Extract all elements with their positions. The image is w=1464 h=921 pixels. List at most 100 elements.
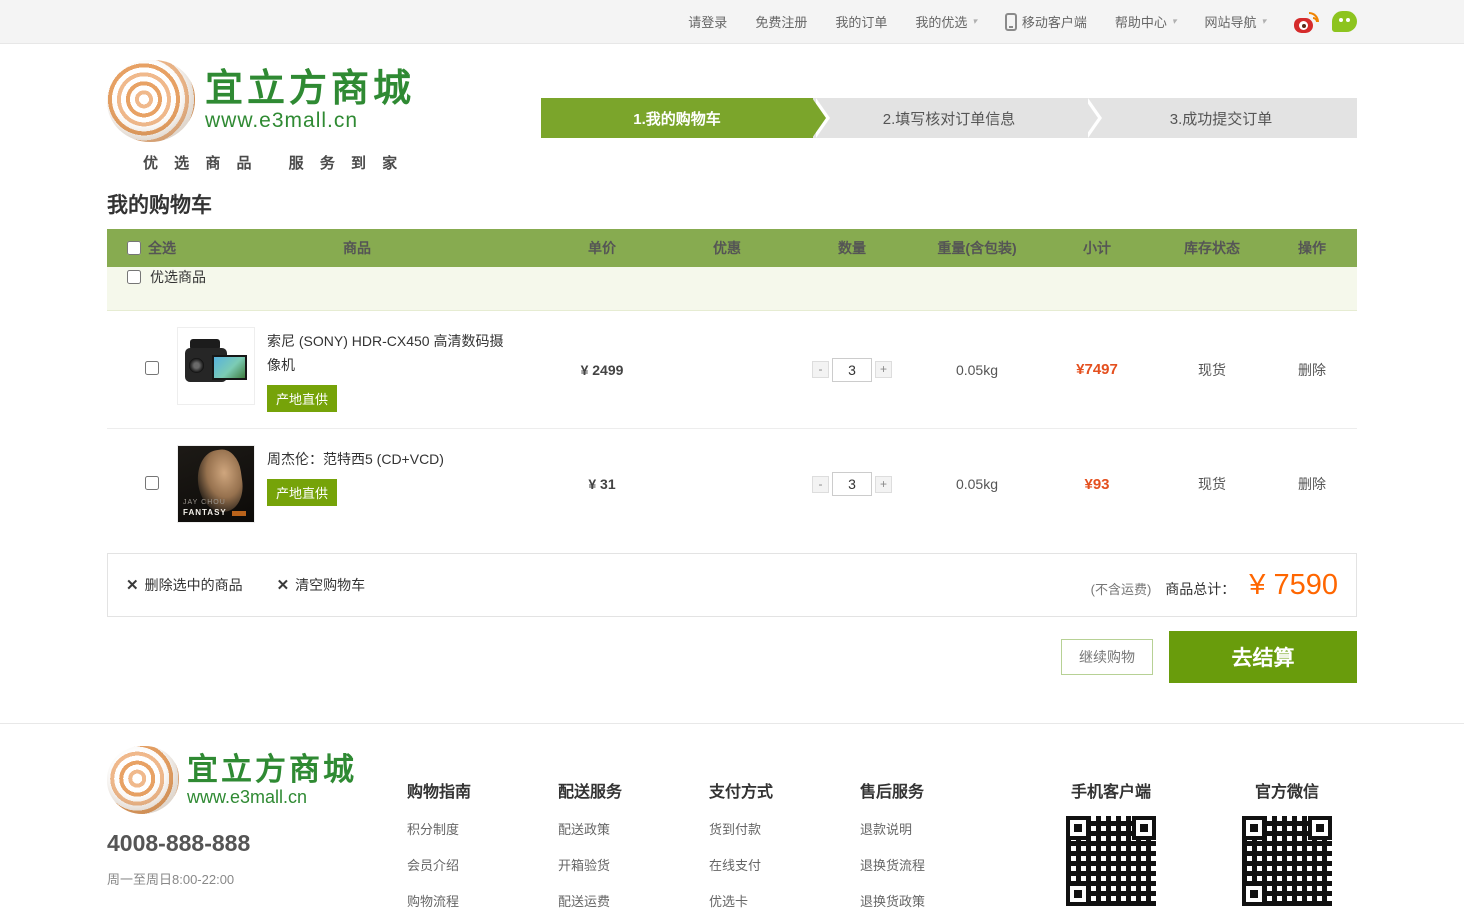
service-hours: 周一至周日8:00-22:00 bbox=[107, 869, 407, 888]
qty-increase-button[interactable]: + bbox=[875, 361, 892, 378]
cart-group-row: 优选商品 bbox=[107, 267, 1357, 311]
continue-shopping-button[interactable]: 继续购物 bbox=[1061, 639, 1153, 675]
footer-link-columns: 购物指南 积分制度 会员介绍 购物流程 常见问题 配送服务 配送政策 开箱验货 … bbox=[407, 746, 1011, 921]
product-image-album[interactable]: JAY CHOU FANTASY bbox=[177, 445, 255, 523]
clear-cart-button[interactable]: ✕ 清空购物车 bbox=[277, 575, 366, 595]
mobile-client-link[interactable]: 移动客户端 bbox=[1005, 12, 1087, 31]
main-content: 我的购物车 全选 商品 单价 优惠 数量 重量(含包装) 小计 库存状态 操作 … bbox=[107, 189, 1357, 683]
qty-increase-button[interactable]: + bbox=[875, 476, 892, 493]
shell-logo-image bbox=[107, 60, 195, 142]
site-header: 宜立方商城 www.e3mall.cn 优 选 商 品 服 务 到 家 1.我的… bbox=[0, 44, 1464, 173]
product-title[interactable]: 索尼 (SONY) HDR-CX450 高清数码摄像机 bbox=[267, 329, 517, 377]
chevron-down-icon: ▾ bbox=[1261, 16, 1266, 27]
step-confirm-order: 2.填写核对订单信息 bbox=[813, 98, 1085, 138]
item-weight: 0.05kg bbox=[917, 362, 1037, 378]
social-icons bbox=[1294, 11, 1357, 33]
footer-col-payment: 支付方式 货到付款 在线支付 优选卡 发票制度 bbox=[709, 746, 860, 921]
chevron-down-icon: ▾ bbox=[1172, 16, 1177, 27]
product-image-camcorder[interactable] bbox=[177, 327, 255, 405]
footer-link[interactable]: 配送政策 bbox=[558, 819, 709, 838]
footer-link[interactable]: 退款说明 bbox=[860, 819, 1011, 838]
header-weight: 重量(含包装) bbox=[917, 238, 1037, 258]
checkout-button[interactable]: 去结算 bbox=[1169, 631, 1357, 683]
footer-link[interactable]: 配送运费 bbox=[558, 891, 709, 910]
origin-direct-badge: 产地直供 bbox=[267, 479, 337, 506]
step-arrow bbox=[812, 98, 826, 138]
my-picks-menu[interactable]: 我的优选 ▾ bbox=[915, 12, 977, 31]
qr-mobile-app: 手机客户端 bbox=[1059, 746, 1163, 921]
step-submit-success: 3.成功提交订单 bbox=[1085, 98, 1357, 138]
logo-title: 宜立方商城 bbox=[205, 69, 415, 109]
delete-item-link[interactable]: 删除 bbox=[1298, 362, 1326, 378]
item-subtotal: ¥93 bbox=[1037, 476, 1157, 493]
step-cart: 1.我的购物车 bbox=[541, 98, 813, 138]
unit-price: ¥ 2499 bbox=[537, 362, 667, 378]
close-icon: ✕ bbox=[277, 576, 290, 594]
qty-decrease-button[interactable]: - bbox=[812, 361, 829, 378]
footer-link[interactable]: 积分制度 bbox=[407, 819, 558, 838]
item-checkbox[interactable] bbox=[145, 361, 159, 375]
topbar: 请登录 免费注册 我的订单 我的优选 ▾ 移动客户端 帮助中心 ▾ 网站导航 ▾ bbox=[0, 0, 1464, 44]
qty-input[interactable] bbox=[832, 358, 872, 382]
item-weight: 0.05kg bbox=[917, 476, 1037, 492]
header-quantity: 数量 bbox=[787, 238, 917, 258]
footer-link[interactable]: 退换货政策 bbox=[860, 891, 1011, 910]
delete-item-link[interactable]: 删除 bbox=[1298, 476, 1326, 492]
total-value: ¥ 7590 bbox=[1249, 569, 1338, 602]
qty-input[interactable] bbox=[832, 472, 872, 496]
wechat-icon[interactable] bbox=[1332, 11, 1357, 32]
footer-link[interactable]: 在线支付 bbox=[709, 855, 860, 874]
qr-code-image bbox=[1242, 816, 1332, 906]
delete-selected-button[interactable]: ✕ 删除选中的商品 bbox=[126, 575, 243, 595]
header-action: 操作 bbox=[1267, 238, 1357, 258]
origin-direct-badge: 产地直供 bbox=[267, 385, 337, 412]
product-title[interactable]: 周杰伦：范特西5 (CD+VCD) bbox=[267, 447, 444, 471]
stock-status: 现货 bbox=[1157, 360, 1267, 380]
page-title: 我的购物车 bbox=[107, 189, 1357, 219]
help-center-menu[interactable]: 帮助中心 ▾ bbox=[1115, 12, 1177, 31]
weibo-icon[interactable] bbox=[1294, 11, 1320, 33]
group-select-checkbox[interactable] bbox=[127, 270, 141, 284]
footer-link[interactable]: 购物流程 bbox=[407, 891, 558, 910]
cart-item-row: 索尼 (SONY) HDR-CX450 高清数码摄像机 产地直供 ¥ 2499 … bbox=[107, 311, 1357, 429]
qr-wechat-official: 官方微信 bbox=[1235, 746, 1339, 921]
header-discount: 优惠 bbox=[667, 238, 787, 258]
album-cover-text: JAY CHOU FANTASY bbox=[183, 496, 227, 517]
header-stock: 库存状态 bbox=[1157, 238, 1267, 258]
site-nav-menu[interactable]: 网站导航 ▾ bbox=[1204, 12, 1266, 31]
cart-summary-bar: ✕ 删除选中的商品 ✕ 清空购物车 (不含运费) 商品总计： ¥ 7590 bbox=[107, 553, 1357, 617]
chevron-down-icon: ▾ bbox=[972, 16, 977, 27]
item-subtotal: ¥7497 bbox=[1037, 361, 1157, 378]
cart-table-header: 全选 商品 单价 优惠 数量 重量(含包装) 小计 库存状态 操作 bbox=[107, 229, 1357, 267]
close-icon: ✕ bbox=[126, 576, 139, 594]
total-label: 商品总计： bbox=[1165, 579, 1235, 599]
cart-item-row: JAY CHOU FANTASY 周杰伦：范特西5 (CD+VCD) 产地直供 … bbox=[107, 429, 1357, 539]
footer-logo: 宜立方商城 www.e3mall.cn bbox=[107, 746, 407, 814]
site-footer: 宜立方商城 www.e3mall.cn 4008-888-888 周一至周日8:… bbox=[0, 723, 1464, 921]
header-product: 商品 bbox=[177, 238, 537, 258]
item-checkbox[interactable] bbox=[145, 476, 159, 490]
my-orders-link[interactable]: 我的订单 bbox=[835, 12, 887, 31]
freight-note: (不含运费) bbox=[1091, 579, 1152, 598]
unit-price: ¥ 31 bbox=[537, 476, 667, 492]
footer-link[interactable]: 优选卡 bbox=[709, 891, 860, 910]
quantity-stepper: - + bbox=[812, 358, 892, 382]
login-link[interactable]: 请登录 bbox=[688, 12, 727, 31]
footer-link[interactable]: 开箱验货 bbox=[558, 855, 709, 874]
step-arrow bbox=[1084, 98, 1098, 138]
footer-link[interactable]: 货到付款 bbox=[709, 819, 860, 838]
footer-col-delivery: 配送服务 配送政策 开箱验货 配送运费 配送范围 bbox=[558, 746, 709, 921]
logo[interactable]: 宜立方商城 www.e3mall.cn 优 选 商 品 服 务 到 家 bbox=[107, 60, 415, 173]
select-all-checkbox[interactable] bbox=[127, 241, 141, 255]
footer-link[interactable]: 会员介绍 bbox=[407, 855, 558, 874]
qty-decrease-button[interactable]: - bbox=[812, 476, 829, 493]
quantity-stepper: - + bbox=[812, 472, 892, 496]
logo-tagline: 优 选 商 品 服 务 到 家 bbox=[107, 152, 415, 173]
cart-actions: 继续购物 去结算 bbox=[107, 631, 1357, 683]
header-subtotal: 小计 bbox=[1037, 238, 1157, 258]
register-link[interactable]: 免费注册 bbox=[755, 12, 807, 31]
footer-col-after-sales: 售后服务 退款说明 退换货流程 退换货政策 隐私条款 bbox=[860, 746, 1011, 921]
stock-status: 现货 bbox=[1157, 474, 1267, 494]
footer-link[interactable]: 退换货流程 bbox=[860, 855, 1011, 874]
shell-logo-image bbox=[107, 746, 179, 814]
